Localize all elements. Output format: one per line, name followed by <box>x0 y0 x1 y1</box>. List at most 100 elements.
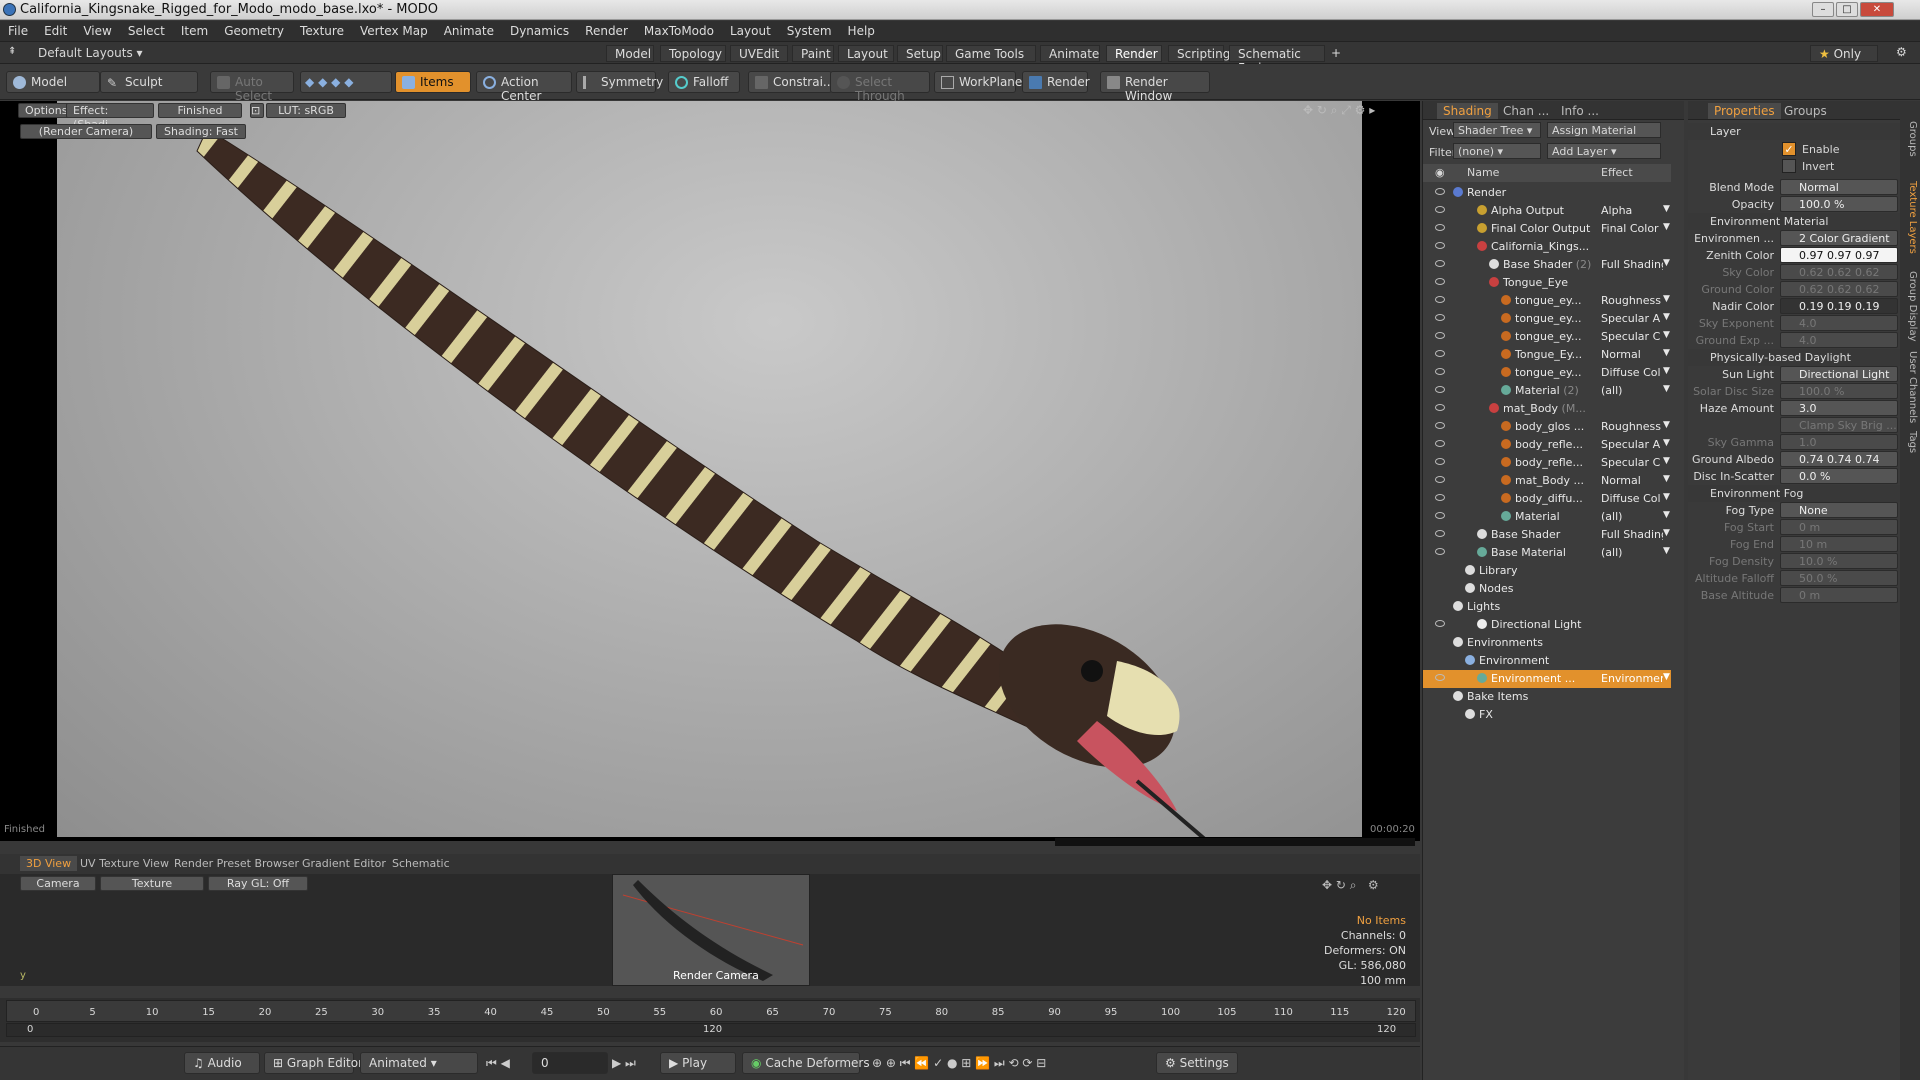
tree-row-effect[interactable]: Roughness <box>1601 420 1663 433</box>
menu-render[interactable]: Render <box>577 21 636 38</box>
tab-layout[interactable]: Layout <box>838 45 894 62</box>
camera-button[interactable]: Camera <box>20 876 96 891</box>
side-tab-texture-layers[interactable]: Texture Layers <box>1902 181 1918 254</box>
pin-icon[interactable]: ⇞ <box>8 46 16 57</box>
menu-edit[interactable]: Edit <box>36 21 75 38</box>
visibility-eye-icon[interactable] <box>1435 368 1445 375</box>
chevron-down-icon[interactable]: ▼ <box>1663 204 1670 214</box>
chevron-down-icon[interactable]: ▼ <box>1663 258 1670 268</box>
items-button[interactable]: Items <box>395 71 471 93</box>
property-value[interactable]: 2 Color Gradient <box>1780 230 1898 246</box>
material-mode-icon[interactable]: ◆ <box>344 75 353 89</box>
bottom-nav-icons[interactable]: ✥ ↻ ⌕ ⚙ <box>1322 878 1379 893</box>
gear-icon[interactable]: ⚙ <box>1896 45 1907 59</box>
select-through-button[interactable]: Select Through <box>830 71 930 103</box>
auto-select-button[interactable]: Auto Select <box>210 71 294 103</box>
tree-row[interactable]: body_diffu... Diffuse Col ...▼ <box>1423 490 1671 508</box>
tree-row-effect[interactable]: Normal <box>1601 474 1663 487</box>
lock-icon[interactable]: ⊡ <box>250 103 264 118</box>
tree-row-effect[interactable]: Normal <box>1601 348 1663 361</box>
tree-row[interactable]: FX <box>1423 706 1671 724</box>
bottom-3d-view[interactable]: Camera Texture Ray GL: Off Render Camera… <box>0 874 1420 987</box>
tree-row[interactable]: body_refle... Specular C ...▼ <box>1423 454 1671 472</box>
lut-dropdown[interactable]: LUT: sRGB <box>266 103 346 118</box>
falloff-button[interactable]: Falloff <box>668 71 740 93</box>
tree-row[interactable]: Tongue_Ey... Normal ▼ <box>1423 346 1671 364</box>
tree-row[interactable]: Environments <box>1423 634 1671 652</box>
property-row[interactable]: Environmen ... 2 Color Gradient <box>1688 230 1900 248</box>
tree-row-effect[interactable]: Alpha <box>1601 204 1663 217</box>
tree-row-effect[interactable]: Specular A ... <box>1601 312 1663 325</box>
chevron-down-icon[interactable]: ▼ <box>1663 510 1670 520</box>
render-window-button[interactable]: Render Window <box>1100 71 1210 103</box>
chevron-down-icon[interactable]: ▼ <box>1663 330 1670 340</box>
edge-mode-icon[interactable]: ◆ <box>318 75 327 89</box>
property-value[interactable]: 0.62 0.62 0.62 <box>1780 264 1898 280</box>
tree-row-effect[interactable]: Roughness <box>1601 294 1663 307</box>
symmetry-button[interactable]: Symmetry <box>576 71 663 93</box>
tree-row[interactable]: Base Shader (2) Full Shading ▼ <box>1423 256 1671 274</box>
tree-row[interactable]: Alpha Output Alpha ▼ <box>1423 202 1671 220</box>
property-value[interactable]: 3.0 <box>1780 400 1898 416</box>
property-value[interactable]: 0.97 0.97 0.97 <box>1780 247 1898 263</box>
visibility-eye-icon[interactable] <box>1435 314 1445 321</box>
tree-row-effect[interactable]: Environmen... <box>1601 672 1663 685</box>
tree-row-effect[interactable]: Final Color <box>1601 222 1663 235</box>
chevron-down-icon[interactable]: ▼ <box>1663 366 1670 376</box>
camera-dropdown[interactable]: (Render Camera) <box>20 124 152 139</box>
visibility-eye-icon[interactable] <box>1435 458 1445 465</box>
menu-animate[interactable]: Animate <box>436 21 502 38</box>
constrain-button[interactable]: Constrai... <box>748 71 834 93</box>
property-value[interactable]: 100.0 % <box>1780 383 1898 399</box>
property-row[interactable]: Fog End 10 m <box>1688 536 1900 554</box>
visibility-eye-icon[interactable] <box>1435 440 1445 447</box>
property-value[interactable]: Clamp Sky Brig ... <box>1780 417 1898 433</box>
filter-dropdown[interactable]: (none) ▾ <box>1453 143 1541 159</box>
menu-help[interactable]: Help <box>840 21 883 38</box>
texture-button[interactable]: Texture <box>100 876 204 891</box>
property-row[interactable]: Solar Disc Size 100.0 % <box>1688 383 1900 401</box>
visibility-eye-icon[interactable] <box>1435 512 1445 519</box>
tree-row-effect[interactable]: Full Shading <box>1601 258 1663 271</box>
raygl-button[interactable]: Ray GL: Off <box>208 876 308 891</box>
menu-system[interactable]: System <box>779 21 840 38</box>
add-layout-icon[interactable]: + <box>1329 45 1343 62</box>
tab-animate[interactable]: Animate <box>1040 45 1100 62</box>
property-value[interactable]: 0.0 % <box>1780 468 1898 484</box>
property-value[interactable]: Directional Light <box>1780 366 1898 382</box>
tree-row[interactable]: Lights <box>1423 598 1671 616</box>
tree-row-effect[interactable]: Full Shading <box>1601 528 1663 541</box>
property-row[interactable]: Disc In-Scatter 0.0 % <box>1688 468 1900 486</box>
visibility-eye-icon[interactable] <box>1435 548 1445 555</box>
viewport-nav-icons[interactable]: ✥ ↻ ⌕ ⤢ ⚙ ▸ <box>1303 103 1375 118</box>
property-section[interactable]: Physically-based Daylight <box>1688 349 1900 366</box>
property-row[interactable]: Sky Gamma 1.0 <box>1688 434 1900 452</box>
enable-checkbox[interactable]: ✓ <box>1782 142 1796 156</box>
visibility-eye-icon[interactable] <box>1435 242 1445 249</box>
property-value[interactable]: 1.0 <box>1780 434 1898 450</box>
property-value[interactable]: 10 m <box>1780 536 1898 552</box>
enable-row[interactable]: ✓ Enable <box>1688 141 1900 159</box>
visibility-eye-icon[interactable] <box>1435 188 1445 195</box>
visibility-eye-icon[interactable] <box>1435 350 1445 357</box>
chevron-down-icon[interactable]: ▼ <box>1663 528 1670 538</box>
tab-3d-view[interactable]: 3D View <box>20 856 78 871</box>
tab-uv-texture-view[interactable]: UV Texture View <box>74 856 175 871</box>
property-row[interactable]: Fog Type None <box>1688 502 1900 520</box>
visibility-eye-icon[interactable] <box>1435 620 1445 627</box>
tree-row[interactable]: tongue_ey... Roughness ▼ <box>1423 292 1671 310</box>
only-button[interactable]: ★ Only <box>1810 45 1878 62</box>
property-row[interactable]: Sky Color 0.62 0.62 0.62 <box>1688 264 1900 282</box>
invert-checkbox[interactable] <box>1782 159 1796 173</box>
property-row[interactable]: Ground Exp ... 4.0 <box>1688 332 1900 350</box>
tab-properties[interactable]: Properties <box>1708 103 1781 119</box>
tree-row-effect[interactable]: (all) <box>1601 546 1663 559</box>
key-tool-icons[interactable]: ⊕ ⊕ ⏮ ⏪ ✓ ● ⊞ ⏩ ⏭ ⟲ ⟳ ⊟ <box>872 1056 1046 1071</box>
property-value[interactable]: 0.62 0.62 0.62 <box>1780 281 1898 297</box>
side-tab-groups[interactable]: Groups <box>1902 121 1918 157</box>
tab-uvedit[interactable]: UVEdit <box>730 45 788 62</box>
tree-row[interactable]: body_refle... Specular A ...▼ <box>1423 436 1671 454</box>
menu-vertex-map[interactable]: Vertex Map <box>352 21 436 38</box>
animated-dropdown[interactable]: Animated ▾ <box>360 1052 478 1074</box>
property-value[interactable]: 4.0 <box>1780 315 1898 331</box>
